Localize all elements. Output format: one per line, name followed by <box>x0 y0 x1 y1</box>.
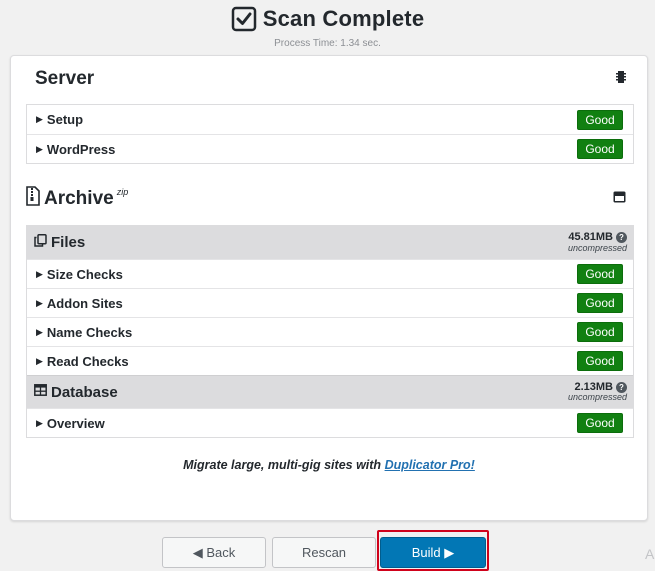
server-section-header: Server <box>26 68 632 90</box>
check-label: Name Checks <box>46 324 133 340</box>
status-badge: Good <box>577 322 623 342</box>
duplicator-pro-link[interactable]: Duplicator Pro! <box>385 458 475 472</box>
status-badge: Good <box>577 139 623 159</box>
database-group-header: Database 2.13MB ? uncompressed <box>27 375 633 408</box>
check-label: Setup <box>46 112 84 127</box>
scan-results-panel: Server ▶ Setup Good ▶ WordPress Good Arc… <box>10 55 648 521</box>
files-size-value: 45.81MB <box>568 231 613 243</box>
server-check-setup[interactable]: ▶ Setup Good <box>27 105 633 134</box>
archive-section-title: Archive <box>44 187 114 209</box>
server-check-wordpress[interactable]: ▶ WordPress Good <box>27 134 633 163</box>
caret-right-icon: ▶ <box>36 114 43 124</box>
status-badge: Good <box>577 293 623 313</box>
server-chip-icon[interactable] <box>616 70 626 89</box>
database-check-overview[interactable]: ▶ Overview Good <box>27 408 633 437</box>
archive-toggle-icon[interactable] <box>613 190 626 208</box>
rescan-button[interactable]: Rescan <box>272 537 376 568</box>
promo-text: Migrate large, multi-gig sites with <box>183 458 382 472</box>
files-group-title: Files <box>51 234 86 251</box>
files-check-read[interactable]: ▶ Read Checks Good <box>27 346 633 375</box>
files-check-addon-sites[interactable]: ▶ Addon Sites Good <box>27 288 633 317</box>
caret-right-icon: ▶ <box>36 143 43 154</box>
copy-icon <box>34 233 47 252</box>
caret-right-icon: ▶ <box>36 417 43 428</box>
files-check-name[interactable]: ▶ Name Checks Good <box>27 317 633 346</box>
status-badge: Good <box>577 109 623 130</box>
back-button[interactable]: ◀ Back <box>162 537 266 568</box>
check-label: Size Checks <box>46 266 123 282</box>
archive-section-header: Archive zip <box>26 186 632 211</box>
help-icon[interactable]: ? <box>616 232 627 244</box>
server-checks-box: ▶ Setup Good ▶ WordPress Good <box>26 104 634 164</box>
check-label: WordPress <box>46 141 116 157</box>
check-label: Overview <box>46 415 105 431</box>
caret-right-icon: ▶ <box>36 268 43 279</box>
table-icon <box>34 383 47 401</box>
status-badge: Good <box>577 264 623 284</box>
database-size-note: uncompressed <box>567 392 627 403</box>
build-button[interactable]: Build ▶ <box>380 537 486 568</box>
checkbox-checked-icon <box>231 6 257 32</box>
caret-right-icon: ▶ <box>36 297 43 308</box>
status-badge: Good <box>577 351 623 371</box>
files-size: 45.81MB ? uncompressed <box>567 231 627 253</box>
status-badge: Good <box>577 413 623 433</box>
promo-message: Migrate large, multi-gig sites with Dupl… <box>11 458 647 472</box>
caret-right-icon: ▶ <box>36 326 43 337</box>
check-label: Addon Sites <box>46 295 123 311</box>
check-label: Read Checks <box>46 353 129 369</box>
server-section-title: Server <box>35 68 95 89</box>
archive-checks-box: Files 45.81MB ? uncompressed ▶ Size Chec… <box>26 225 634 438</box>
scan-header: Scan Complete Process Time: 1.34 sec. <box>0 0 655 52</box>
database-size: 2.13MB ? uncompressed <box>567 381 627 403</box>
database-group-title: Database <box>51 383 118 401</box>
caret-right-icon: ▶ <box>36 355 43 366</box>
files-size-note: uncompressed <box>567 242 627 253</box>
zip-file-icon <box>26 186 40 211</box>
edge-letter: A <box>645 546 655 562</box>
archive-format: zip <box>116 186 129 197</box>
files-check-size[interactable]: ▶ Size Checks Good <box>27 259 633 288</box>
page-title: Scan Complete <box>262 6 425 31</box>
files-group-header: Files 45.81MB ? uncompressed <box>27 226 633 259</box>
process-time: Process Time: 1.34 sec. <box>274 38 381 49</box>
